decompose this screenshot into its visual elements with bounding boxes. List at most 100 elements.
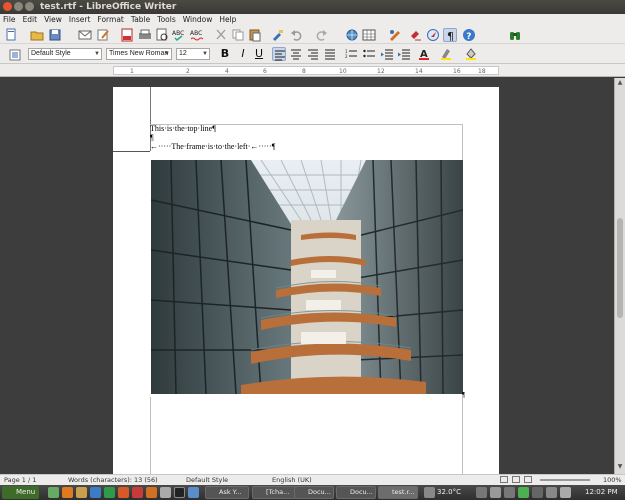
bold-button[interactable]: B (218, 47, 232, 61)
edit-file-icon[interactable] (96, 28, 110, 42)
show-desktop-icon[interactable] (48, 487, 59, 498)
firefox-icon[interactable] (62, 487, 73, 498)
task-ask[interactable]: Ask Y... (205, 486, 249, 499)
task-docu-2[interactable]: Docu... (336, 486, 376, 499)
styles-formatting-icon[interactable] (8, 48, 22, 62)
bullets-icon[interactable] (362, 47, 376, 61)
zoom-slider[interactable] (540, 479, 590, 481)
tray-icon[interactable] (504, 487, 515, 498)
task-docu-1[interactable]: Docu... (294, 486, 334, 499)
spellcheck-icon[interactable]: ABC (172, 28, 186, 42)
open-folder-icon[interactable] (30, 28, 44, 42)
vlc-icon[interactable] (146, 487, 157, 498)
task-label: Ask Y... (219, 488, 242, 496)
single-page-view-icon[interactable] (500, 476, 508, 483)
menu-file[interactable]: File (3, 14, 16, 26)
insert-table-icon[interactable] (362, 28, 376, 42)
writer-launcher-icon[interactable] (90, 487, 101, 498)
scroll-up-icon[interactable]: ▲ (616, 79, 624, 87)
menu-format[interactable]: Format (97, 14, 123, 26)
network-icon[interactable] (532, 487, 543, 498)
menu-window[interactable]: Window (183, 14, 213, 26)
cpu-temperature: 32.0°C (437, 488, 461, 496)
multi-page-view-icon[interactable] (512, 476, 520, 483)
app-launcher-icon[interactable] (132, 487, 143, 498)
volume-icon[interactable] (546, 487, 557, 498)
menu-view[interactable]: View (44, 14, 62, 26)
underline-button[interactable]: U (252, 47, 266, 61)
minimize-window-button[interactable] (14, 2, 23, 11)
calc-launcher-icon[interactable] (104, 487, 115, 498)
undo-icon[interactable] (290, 28, 304, 42)
settings-icon[interactable] (160, 487, 171, 498)
export-pdf-icon[interactable] (120, 28, 134, 42)
scroll-down-icon[interactable]: ▼ (616, 463, 624, 471)
find-replace-icon[interactable] (409, 28, 423, 42)
cut-icon[interactable] (214, 28, 228, 42)
close-window-button[interactable] (3, 2, 12, 11)
document-page[interactable]: This·is·the·top·line¶ ¶ ←·····The·frame·… (113, 87, 499, 474)
maximize-window-button[interactable] (25, 2, 34, 11)
window-title: test.rtf - LibreOffice Writer (40, 2, 177, 12)
formatting-toolbar: Default Style ▼ Times New Roman ▼ 12 ▼ B I … (0, 44, 625, 64)
align-right-icon[interactable] (306, 47, 320, 61)
help-icon[interactable]: ? (462, 28, 476, 42)
menu-tools[interactable]: Tools (157, 14, 175, 26)
font-color-icon[interactable]: A (417, 47, 431, 61)
font-name-select[interactable]: Times New Roman ▼ (106, 48, 172, 60)
tray-icon[interactable] (424, 487, 435, 498)
scrollbar-thumb[interactable] (617, 218, 623, 318)
tray-icon[interactable] (490, 487, 501, 498)
menu-help[interactable]: Help (219, 14, 236, 26)
book-view-icon[interactable] (524, 476, 532, 483)
align-center-icon[interactable] (289, 47, 303, 61)
task-label: [Tcha... (266, 488, 290, 496)
hyperlink-icon[interactable] (345, 28, 359, 42)
task-tcha[interactable]: [Tcha... (252, 486, 296, 499)
autospellcheck-icon[interactable]: ABC (190, 28, 204, 42)
new-document-icon[interactable] (4, 28, 18, 42)
file-manager-icon[interactable] (76, 487, 87, 498)
update-manager-icon[interactable] (518, 487, 529, 498)
svg-text:¶: ¶ (447, 30, 454, 43)
increase-indent-icon[interactable] (397, 47, 411, 61)
tray-icon[interactable] (476, 487, 487, 498)
decrease-indent-icon[interactable] (380, 47, 394, 61)
highlighting-icon[interactable] (439, 47, 453, 61)
formatting-marks-toggle[interactable]: ¶ (443, 28, 457, 43)
font-size-select[interactable]: 12 ▼ (176, 48, 210, 60)
navigator-icon[interactable] (426, 28, 440, 42)
menu-table[interactable]: Table (131, 14, 150, 26)
binoculars-icon[interactable] (508, 28, 522, 42)
paragraph-style-select[interactable]: Default Style ▼ (28, 48, 102, 60)
background-color-icon[interactable] (464, 47, 478, 61)
copy-icon[interactable] (231, 28, 245, 42)
taskbar: Menu Ask Y... [Tcha... Docu... Docu... t… (0, 485, 625, 500)
terminal-icon[interactable] (174, 487, 185, 498)
browser-icon[interactable] (188, 487, 199, 498)
ruler-number: 10 (339, 68, 347, 75)
horizontal-ruler[interactable]: 1 2 4 6 8 10 12 14 16 18 (0, 64, 625, 77)
justify-icon[interactable] (323, 47, 337, 61)
numbering-icon[interactable]: 12 (344, 47, 358, 61)
clock[interactable]: 12:02 PM (585, 485, 618, 500)
show-draw-functions-icon[interactable] (388, 28, 402, 42)
italic-button[interactable]: I (236, 47, 250, 61)
menu-insert[interactable]: Insert (69, 14, 91, 26)
atrium-photo-frame[interactable] (151, 160, 463, 394)
save-icon[interactable] (48, 28, 62, 42)
ruler-number: 18 (478, 68, 486, 75)
align-left-icon[interactable] (272, 47, 286, 61)
impress-launcher-icon[interactable] (118, 487, 129, 498)
battery-icon[interactable] (560, 487, 571, 498)
menu-edit[interactable]: Edit (23, 14, 38, 26)
email-icon[interactable] (78, 28, 92, 42)
task-test-rtf[interactable]: test.r... (378, 486, 418, 499)
vertical-scrollbar[interactable]: ▲ ▼ (614, 78, 625, 474)
start-menu-button[interactable]: Menu (2, 486, 40, 499)
paste-icon[interactable] (248, 28, 262, 42)
print-icon[interactable] (138, 28, 152, 42)
print-preview-icon[interactable] (155, 28, 169, 42)
clone-formatting-icon[interactable] (270, 28, 284, 42)
redo-icon[interactable] (314, 28, 328, 42)
